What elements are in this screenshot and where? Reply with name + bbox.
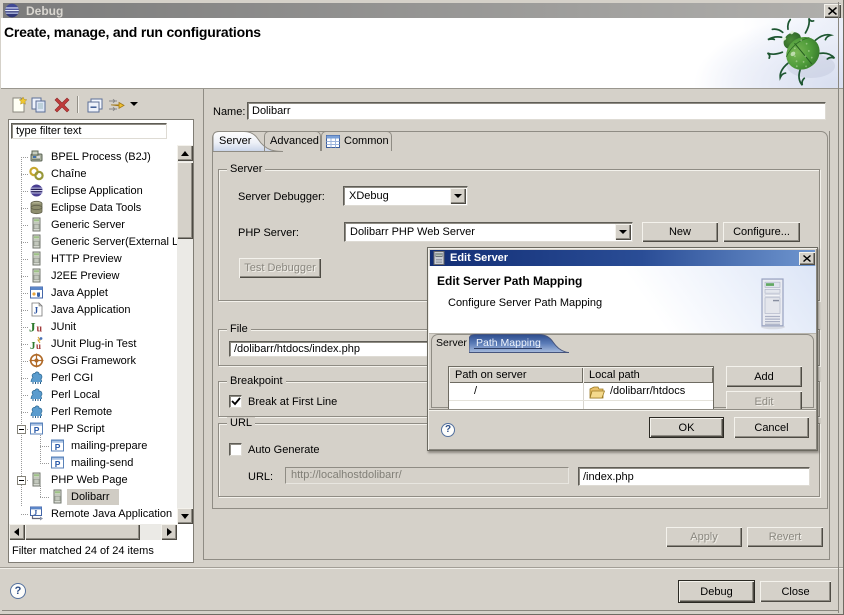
svg-text:J: J	[34, 306, 39, 316]
svg-text:J: J	[29, 320, 36, 335]
svg-text:P: P	[34, 425, 40, 435]
svg-text:P: P	[55, 442, 61, 452]
svg-text:P: P	[55, 459, 61, 469]
svg-text:u: u	[37, 324, 43, 335]
svg-text:J: J	[34, 508, 38, 517]
